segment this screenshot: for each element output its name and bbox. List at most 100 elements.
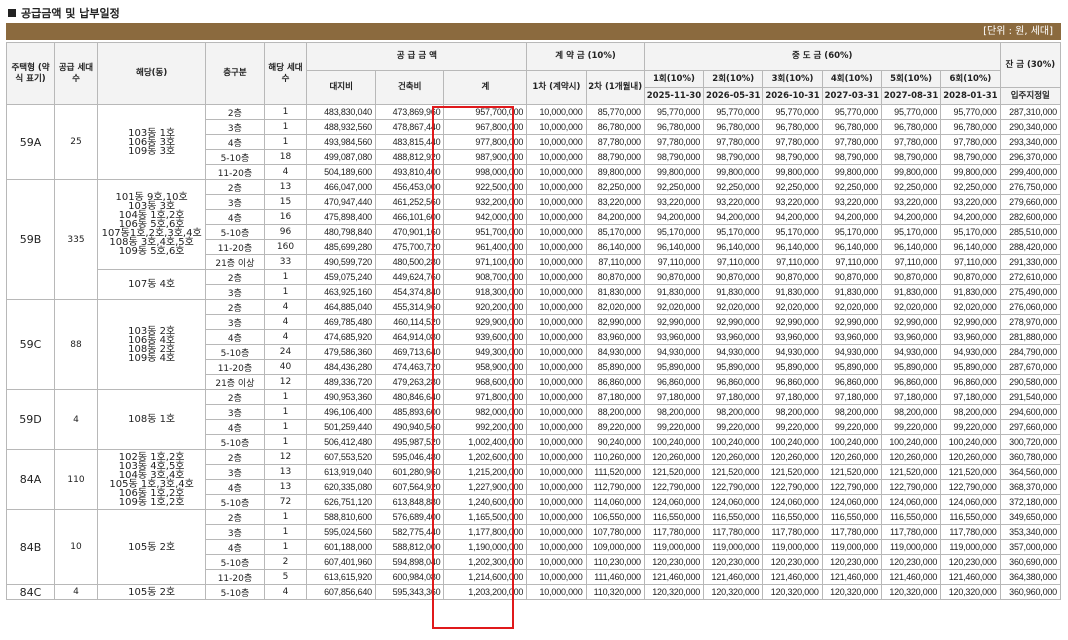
middle-payment-3-cell: 97,780,000 (762, 134, 823, 150)
deposit-1-cell: 10,000,000 (526, 404, 587, 420)
unit-count-cell: 13 (263, 179, 308, 195)
middle-payment-1-cell: 124,060,000 (643, 494, 705, 510)
middle-payment-3-cell: 99,800,000 (762, 164, 823, 180)
middle-payment-2-cell: 100,240,000 (703, 434, 764, 450)
unit-count-cell: 1 (263, 434, 308, 450)
unit-count-cell: 1 (263, 269, 308, 285)
balance-cell: 372,180,000 (999, 494, 1062, 510)
middle-payment-1-cell: 98,200,000 (643, 404, 705, 420)
table-row: 59A 25 103동 1호 106동 3호 109동 3호 2층 1 483,830,040… (5, 104, 1062, 180)
floor-cell: 5-10층 (205, 224, 265, 240)
balance-cell: 291,540,000 (999, 389, 1062, 405)
col-mid-3: 3회(10%) (762, 70, 823, 88)
middle-payment-6-cell: 96,780,000 (940, 119, 1001, 135)
unit-count-cell: 160 (263, 239, 308, 255)
price-schedule-table: 주택형 (약식 표기) 공급 세대수 해당(동) 층구분 해당 세대수 공 급 … (5, 42, 1062, 600)
middle-payment-6-cell: 117,780,000 (940, 524, 1001, 540)
total-price-cell: 967,800,000 (443, 119, 528, 135)
deposit-2-cell: 83,960,000 (585, 329, 645, 345)
table-row: 59D 4 108동 1호 2층 1 490,953,360 480,846,640 971,… (5, 389, 1062, 450)
floor-cell: 2층 (205, 269, 265, 285)
building-price-cell: 582,775,440 (374, 524, 445, 540)
dong-cell: 105동 2호 (96, 509, 207, 585)
unit-count-cell: 33 (263, 254, 308, 270)
middle-payment-3-cell: 119,000,000 (762, 539, 823, 555)
middle-payment-3-cell: 120,260,000 (762, 449, 823, 465)
middle-payment-4-cell: 98,200,000 (821, 404, 882, 420)
floor-cell: 3층 (205, 284, 265, 300)
middle-payment-5-cell: 120,230,000 (880, 554, 942, 570)
middle-payment-1-cell: 92,990,000 (643, 314, 705, 330)
total-price-cell: 961,400,000 (443, 239, 528, 255)
deposit-2-cell: 87,110,000 (585, 254, 645, 270)
unit-count-cell: 1 (263, 104, 308, 120)
middle-payment-5-cell: 90,870,000 (880, 269, 942, 285)
middle-payment-2-cell: 121,520,000 (703, 464, 764, 480)
building-price-cell: 466,101,600 (374, 209, 445, 225)
balance-cell: 300,720,000 (999, 434, 1062, 450)
land-price-cell: 479,586,360 (306, 344, 376, 360)
middle-payment-3-cell: 95,890,000 (762, 359, 823, 375)
unit-count-cell: 12 (263, 449, 308, 465)
balance-cell: 285,510,000 (999, 224, 1062, 240)
middle-payment-2-cell: 95,770,000 (703, 104, 764, 120)
middle-payment-5-cell: 116,550,000 (880, 509, 942, 525)
deposit-1-cell: 10,000,000 (526, 419, 587, 435)
building-price-cell: 600,984,080 (374, 569, 445, 585)
col-mid-date-4: 2027-03-31 (821, 87, 882, 105)
middle-payment-2-cell: 94,930,000 (703, 344, 764, 360)
middle-payment-5-cell: 94,200,000 (880, 209, 942, 225)
unit-count-cell: 24 (263, 344, 308, 360)
deposit-1-cell: 10,000,000 (526, 209, 587, 225)
middle-payment-5-cell: 99,220,000 (880, 419, 942, 435)
middle-payment-4-cell: 99,220,000 (821, 419, 882, 435)
middle-payment-5-cell: 97,780,000 (880, 134, 942, 150)
deposit-1-cell: 10,000,000 (526, 389, 587, 405)
middle-payment-3-cell: 97,180,000 (762, 389, 823, 405)
middle-payment-6-cell: 97,780,000 (940, 134, 1001, 150)
total-price-cell: 1,215,200,000 (443, 464, 528, 480)
building-price-cell: 493,810,400 (374, 164, 445, 180)
building-price-cell: 460,114,520 (374, 314, 445, 330)
middle-payment-3-cell: 120,320,000 (762, 584, 823, 600)
middle-payment-4-cell: 120,320,000 (821, 584, 882, 600)
middle-payment-6-cell: 119,000,000 (940, 539, 1001, 555)
middle-payment-4-cell: 120,230,000 (821, 554, 882, 570)
middle-payment-3-cell: 122,790,000 (762, 479, 823, 495)
building-price-cell: 480,500,280 (374, 254, 445, 270)
middle-payment-6-cell: 91,830,000 (940, 284, 1001, 300)
deposit-2-cell: 111,520,000 (585, 464, 645, 480)
deposit-2-cell: 112,790,000 (585, 479, 645, 495)
floor-cell: 4층 (205, 329, 265, 345)
total-price-cell: 1,203,200,000 (443, 584, 528, 600)
unit-count-cell: 2 (263, 554, 308, 570)
middle-payment-1-cell: 120,320,000 (643, 584, 705, 600)
middle-payment-2-cell: 92,990,000 (703, 314, 764, 330)
building-price-cell: 576,689,400 (374, 509, 445, 525)
building-price-cell: 483,815,440 (374, 134, 445, 150)
middle-payment-2-cell: 96,140,000 (703, 239, 764, 255)
building-price-cell: 485,893,600 (374, 404, 445, 420)
middle-payment-3-cell: 99,220,000 (762, 419, 823, 435)
balance-cell: 293,340,000 (999, 134, 1062, 150)
deposit-1-cell: 10,000,000 (526, 449, 587, 465)
floor-cell: 2층 (205, 104, 265, 120)
middle-payment-5-cell: 91,830,000 (880, 284, 942, 300)
building-price-cell: 613,848,880 (374, 494, 445, 510)
middle-payment-3-cell: 92,020,000 (762, 299, 823, 315)
col-mid-date-1: 2025-11-30 (643, 87, 705, 105)
middle-payment-4-cell: 95,170,000 (821, 224, 882, 240)
balance-cell: 357,000,000 (999, 539, 1062, 555)
middle-payment-5-cell: 93,220,000 (880, 194, 942, 210)
col-units: 해당 세대수 (263, 42, 308, 105)
balance-cell: 299,400,000 (999, 164, 1062, 180)
total-price-cell: 977,800,000 (443, 134, 528, 150)
middle-payment-1-cell: 96,780,000 (643, 119, 705, 135)
middle-payment-5-cell: 96,780,000 (880, 119, 942, 135)
building-price-cell: 607,564,920 (374, 479, 445, 495)
unit-type-cell: 84C (5, 584, 56, 600)
middle-payment-6-cell: 100,240,000 (940, 434, 1001, 450)
middle-payment-4-cell: 100,240,000 (821, 434, 882, 450)
middle-payment-5-cell: 120,260,000 (880, 449, 942, 465)
middle-payment-6-cell: 96,860,000 (940, 374, 1001, 390)
